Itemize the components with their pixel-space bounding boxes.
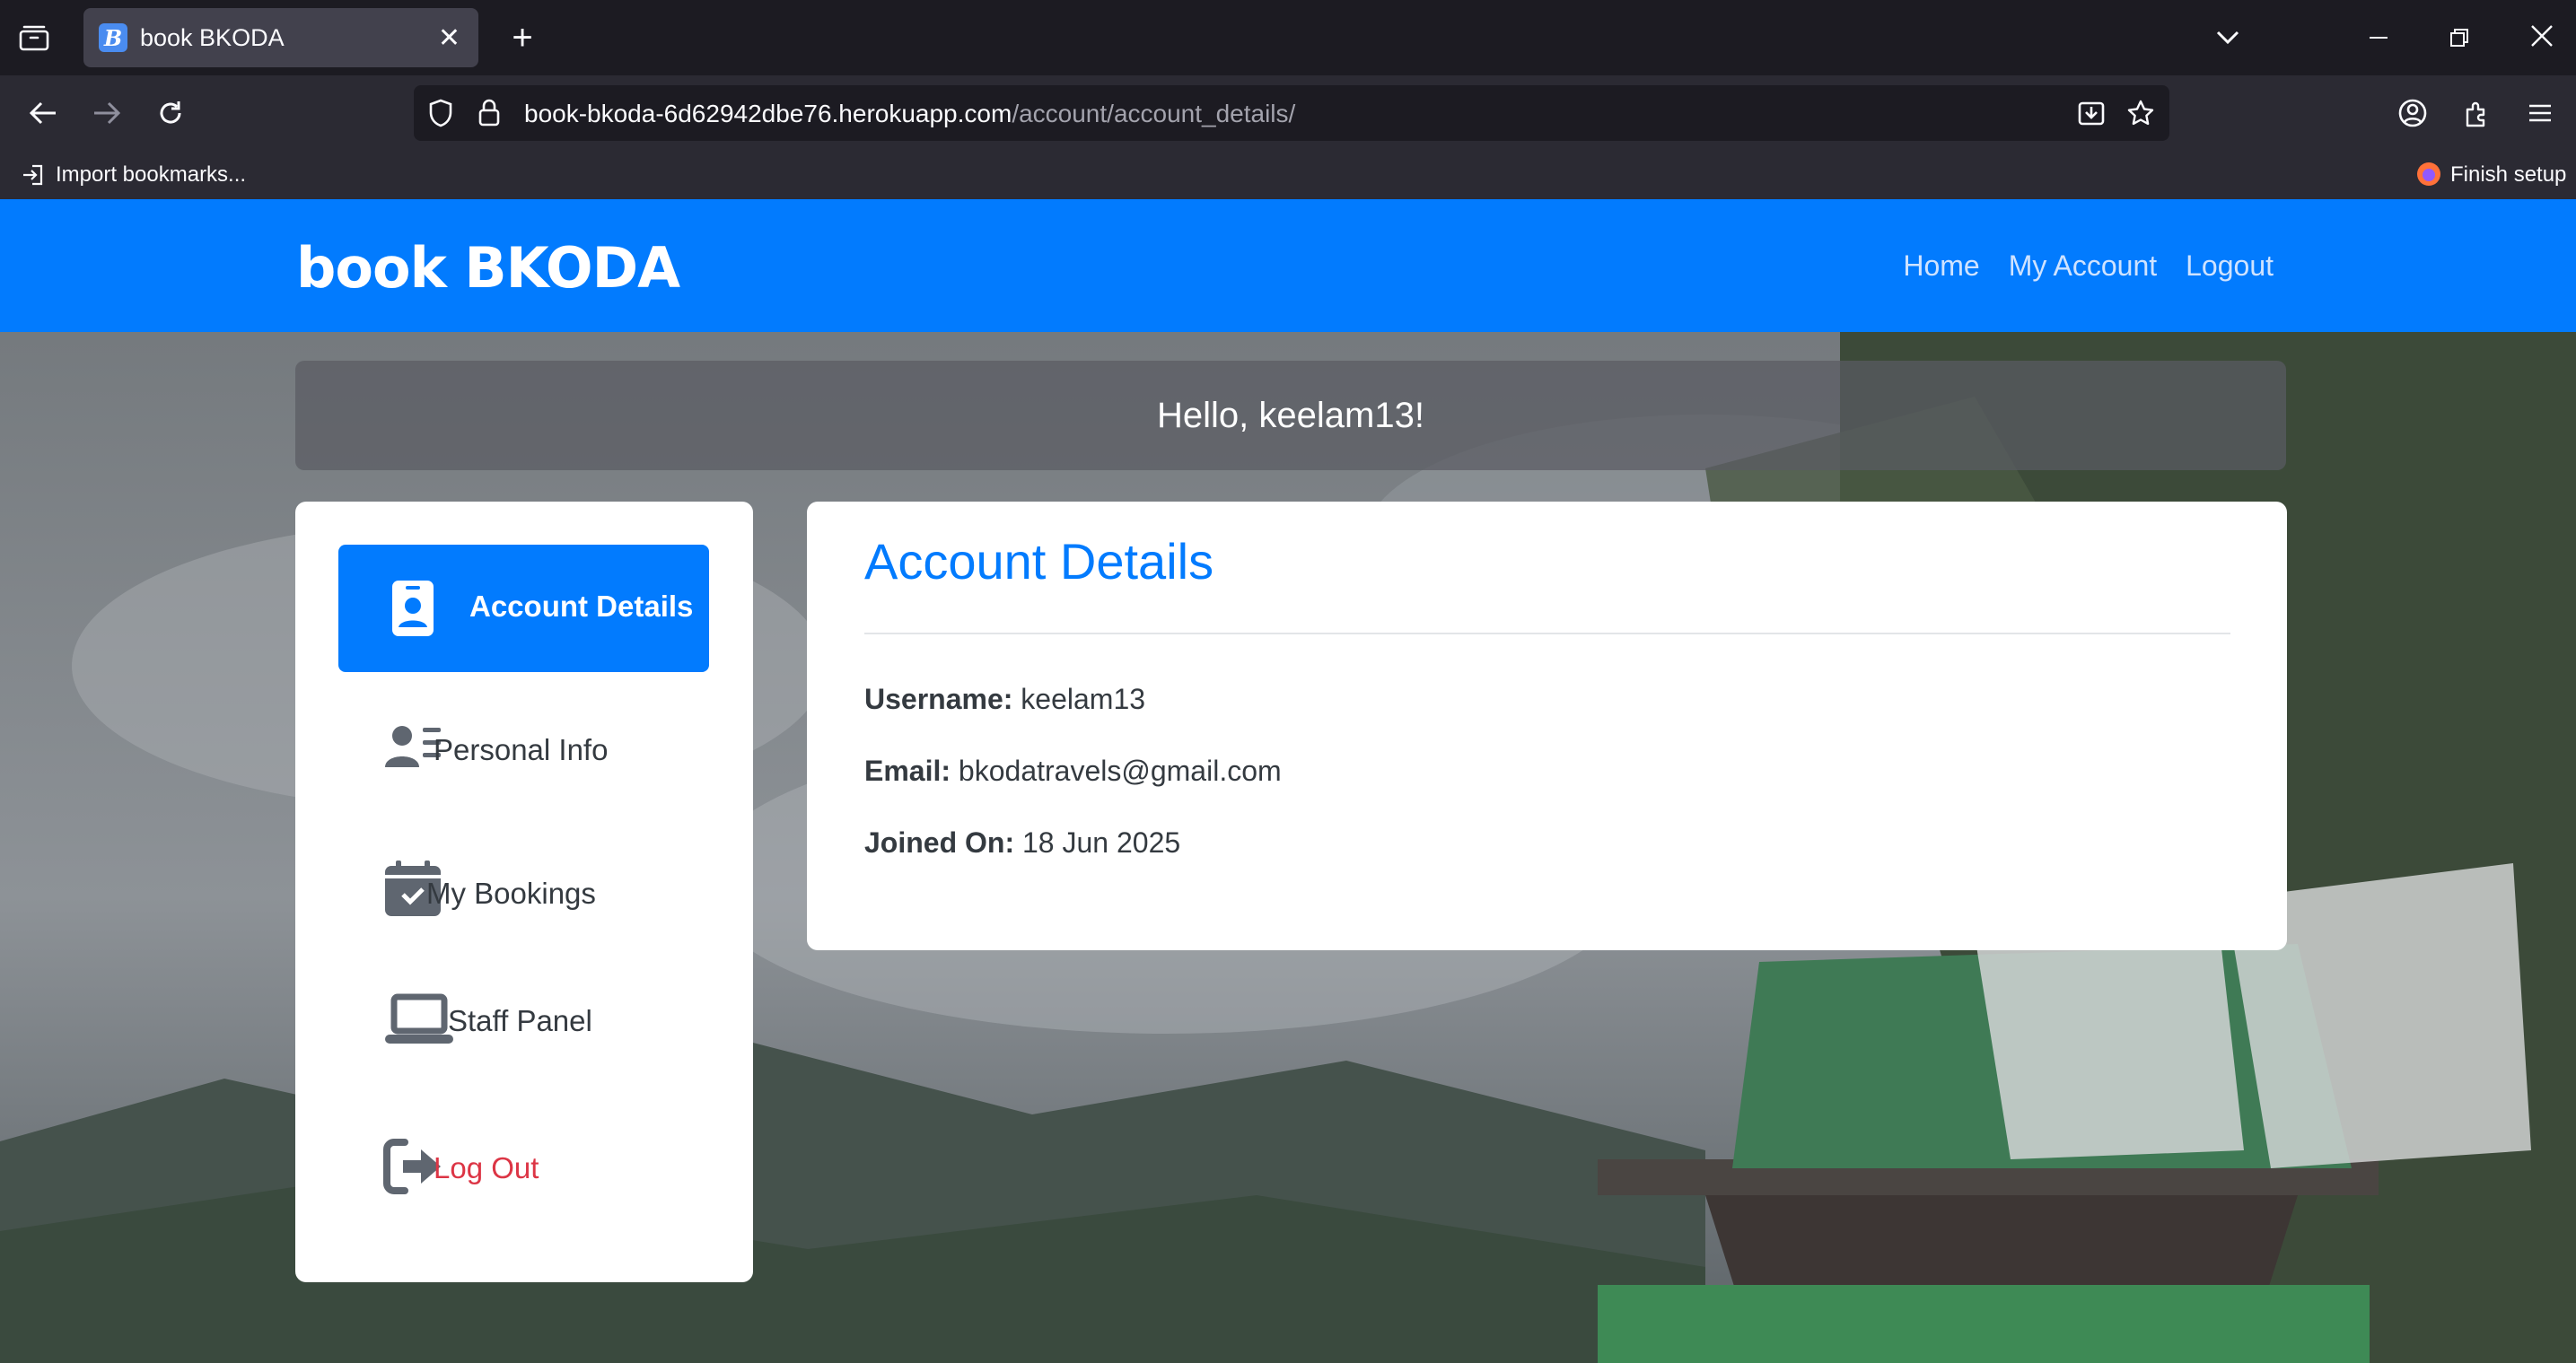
reload-icon[interactable] [151,93,190,133]
lock-icon[interactable] [473,97,505,129]
account-details-card: Account Details Username: keelam13 Email… [807,502,2287,950]
extensions-icon[interactable] [2457,93,2496,133]
bookmark-star-icon[interactable] [2124,96,2158,130]
nav-logout-link[interactable]: Logout [2186,249,2274,283]
site-header: book BKODA Home My Account Logout [0,199,2576,332]
greeting-prefix: Hello, [1157,395,1259,435]
menu-hamburger-icon[interactable] [2520,93,2560,133]
joined-value: 18 Jun 2025 [1022,826,1181,859]
joined-label: Joined On: [864,826,1015,859]
tab-overview-icon[interactable] [16,20,52,56]
bookmarks-toolbar: Import bookmarks... Finish setup [0,151,2576,199]
browser-tab[interactable]: B book BKODA ✕ [83,8,478,67]
card-heading: Account Details [864,533,1214,590]
joined-row: Joined On: 18 Jun 2025 [864,826,1180,860]
id-badge-icon [392,581,434,636]
sidebar-item-label: Staff Panel [448,1004,592,1037]
sidebar-item-log-out[interactable]: Log Out [338,1106,709,1234]
site-brand-logo[interactable]: book BKODA [296,235,680,301]
account-icon[interactable] [2393,93,2432,133]
sidebar-item-label: Log Out [434,1151,539,1184]
sidebar-item-account-details[interactable]: Account Details [338,545,709,672]
sidebar-item-label: Account Details [469,590,694,623]
url-host: book-bkoda-6d62942dbe76.herokuapp.com [524,100,1012,127]
address-bar[interactable]: book-bkoda-6d62942dbe76.herokuapp.com/ac… [414,85,2169,141]
forward-arrow-icon[interactable] [87,93,127,133]
heading-divider [864,633,2230,634]
email-label: Email: [864,755,951,787]
account-sidebar: Account Details Personal Info My Booking… [295,502,753,1282]
url-text[interactable]: book-bkoda-6d62942dbe76.herokuapp.com/ac… [524,100,1295,128]
import-bookmarks-link[interactable]: Import bookmarks... [56,162,246,188]
list-tabs-chevron-icon[interactable] [2210,20,2246,56]
site-nav: Home My Account Logout [1903,249,2274,283]
browser-tab-bar: B book BKODA ✕ + [0,0,2576,75]
greeting-banner: Hello, keelam13! [295,361,2286,470]
email-row: Email: bkodatravels@gmail.com [864,755,1282,788]
url-path: /account/account_details/ [1012,100,1296,127]
save-to-pocket-icon[interactable] [2074,96,2108,130]
sidebar-item-staff-panel[interactable]: Staff Panel [338,959,709,1087]
tab-title: book BKODA [140,23,285,51]
minimize-window-icon[interactable] [2361,20,2396,56]
shield-icon[interactable] [425,97,457,129]
close-window-icon[interactable] [2524,18,2560,54]
greeting-username: keelam13 [1258,395,1415,435]
firefox-icon [2414,160,2443,188]
sidebar-item-personal-info[interactable]: Personal Info [338,688,709,816]
sidebar-item-label: Personal Info [434,733,609,766]
username-row: Username: keelam13 [864,683,1145,716]
new-tab-icon[interactable]: + [503,18,542,57]
sidebar-item-label: My Bookings [426,877,596,910]
email-value: bkodatravels@gmail.com [958,755,1282,787]
restore-window-icon[interactable] [2441,20,2477,56]
import-icon [20,162,47,188]
back-arrow-icon[interactable] [23,93,63,133]
nav-home-link[interactable]: Home [1903,249,1979,283]
web-page: book BKODA Home My Account Logout Hello,… [0,199,2576,1363]
close-tab-icon[interactable]: ✕ [438,22,460,54]
site-favicon-icon: B [99,23,127,52]
username-value: keelam13 [1021,683,1146,715]
nav-my-account-link[interactable]: My Account [2009,249,2157,283]
greeting-suffix: ! [1414,395,1424,435]
laptop-icon [385,993,453,1044]
sidebar-item-my-bookings[interactable]: My Bookings [338,832,709,959]
username-label: Username: [864,683,1013,715]
finish-setup-link[interactable]: Finish setup [2450,162,2566,188]
